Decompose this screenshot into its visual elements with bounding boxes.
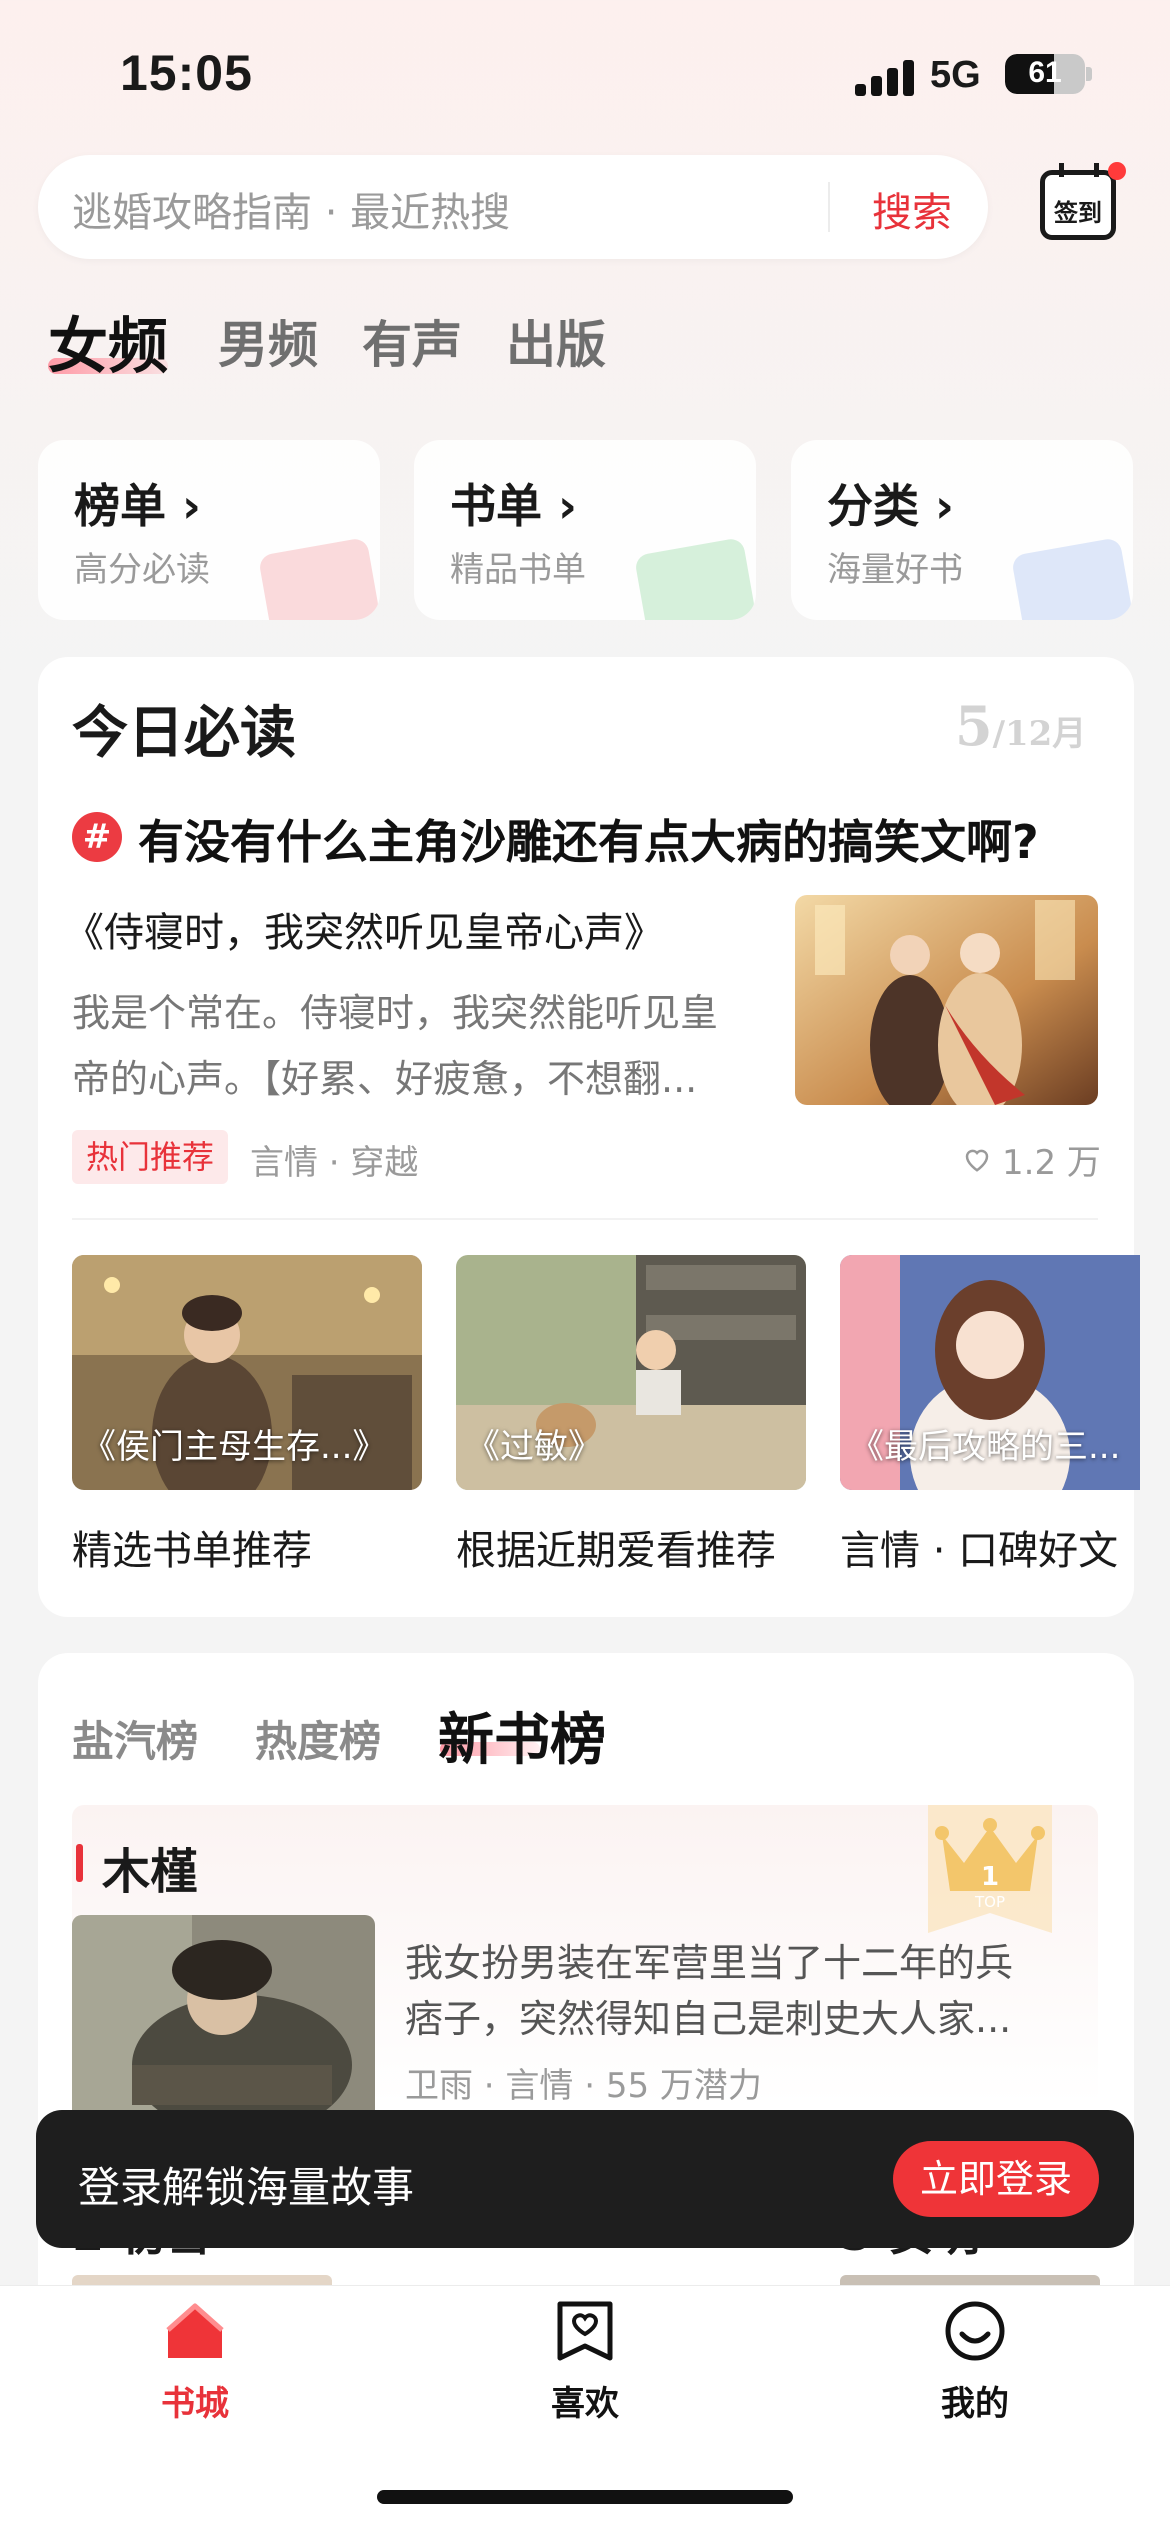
- signal-icon: [855, 60, 915, 96]
- like-count: 1.2 万: [1002, 1143, 1101, 1183]
- crown-text: TOP: [974, 1893, 1005, 1911]
- chevron-right-icon: ›: [935, 479, 954, 533]
- tab-hot-ranking[interactable]: 热度榜: [255, 1708, 381, 1769]
- shortcut-title: 榜单: [74, 479, 166, 533]
- chart-icon: [257, 537, 380, 620]
- shortcut-ranking[interactable]: 榜单 › 高分必读: [38, 440, 380, 620]
- shortcut-title: 书单: [450, 479, 542, 533]
- chevron-right-icon: ›: [558, 479, 577, 533]
- hot-recommend-badge: 热门推荐: [72, 1130, 229, 1184]
- description-line: 我是个常在。侍寝时，我突然能听见皇: [72, 991, 719, 1035]
- battery-level: 61: [1028, 56, 1062, 89]
- tab-label: 喜欢: [551, 2384, 619, 2424]
- section-title: 今日必读: [72, 700, 296, 766]
- book-meta: 卫雨 · 言情 · 55 万潜力: [405, 2066, 762, 2106]
- favorites-icon: [557, 2301, 613, 2361]
- search-button[interactable]: 搜索: [872, 180, 952, 238]
- divider: [72, 1218, 1098, 1220]
- tab-female[interactable]: 女频: [48, 298, 168, 385]
- tab-favorites[interactable]: 喜欢: [505, 2296, 665, 2425]
- login-button[interactable]: 立即登录: [893, 2141, 1099, 2217]
- date-label: 5/12月: [955, 694, 1086, 758]
- description-line: 痞子，突然得知自己是刺史大人家...: [405, 1997, 1012, 2041]
- battery-cap: [1086, 67, 1092, 81]
- book-meta: 言情 · 穿越: [250, 1143, 419, 1183]
- tab-label: 书城: [161, 2384, 229, 2424]
- chevron-right-icon: ›: [182, 479, 201, 533]
- home-indicator: [377, 2490, 793, 2504]
- shortcut-category[interactable]: 分类 › 海量好书: [791, 440, 1133, 620]
- accent-bar: [76, 1844, 83, 1882]
- battery-icon: 61: [1005, 54, 1085, 94]
- book-description[interactable]: 我是个常在。侍寝时，我突然能听见皇 帝的心声。【好累、好疲惫，不想翻...: [72, 980, 762, 1112]
- login-prompt: 登录解锁海量故事: [78, 2163, 415, 2212]
- description-line: 帝的心声。【好累、好疲惫，不想翻...: [72, 1057, 698, 1101]
- network-label: 5G: [930, 54, 981, 96]
- recommend-thumbnail[interactable]: 《侯门主母生存...》: [72, 1255, 422, 1490]
- search-divider: [828, 182, 830, 232]
- recommend-thumbnail[interactable]: 《过敏》: [456, 1255, 806, 1490]
- tab-bookstore[interactable]: 书城: [115, 2296, 275, 2425]
- checkin-button[interactable]: 签到: [1040, 163, 1116, 240]
- book-cover[interactable]: [72, 1915, 375, 2125]
- book-cover[interactable]: [795, 895, 1098, 1105]
- status-time: 15:05: [120, 45, 253, 101]
- shortcut-subtitle: 高分必读: [74, 550, 210, 590]
- shortcut-subtitle: 精品书单: [450, 550, 586, 590]
- tab-label: 我的: [941, 2384, 1009, 2424]
- author-name: 木槿: [102, 1844, 199, 1900]
- shortcut-title: 分类: [827, 479, 919, 533]
- list-icon: [633, 537, 756, 620]
- bookstore-icon: [166, 2303, 224, 2358]
- recommend-label[interactable]: 精选书单推荐: [72, 1518, 312, 1576]
- tab-publishing[interactable]: 出版: [506, 305, 606, 377]
- date-day: 5: [955, 694, 993, 758]
- description-line: 我女扮男装在军营里当了十二年的兵: [405, 1941, 1014, 1985]
- recommend-label[interactable]: 根据近期爱看推荐: [456, 1518, 776, 1576]
- recommend-thumbnail[interactable]: 《最后攻略的三...: [840, 1255, 1140, 1490]
- tab-profile[interactable]: 我的: [895, 2296, 1055, 2425]
- grid-icon: [1010, 537, 1133, 620]
- tab-salt-ranking[interactable]: 盐汽榜: [72, 1708, 198, 1769]
- heart-icon[interactable]: [962, 1144, 992, 1174]
- calendar-icon: [1059, 163, 1099, 177]
- book-description[interactable]: 我女扮男装在军营里当了十二年的兵 痞子，突然得知自己是刺史大人家...: [405, 1935, 1055, 2047]
- topic-title[interactable]: 有没有什么主角沙雕还有点大病的搞笑文啊?: [138, 806, 1039, 872]
- thumbnail-caption: 《过敏》: [466, 1427, 602, 1467]
- thumbnail-caption: 《最后攻略的三...: [850, 1427, 1121, 1467]
- search-input[interactable]: 逃婚攻略指南 · 最近热搜: [72, 180, 510, 238]
- shortcut-subtitle: 海量好书: [827, 550, 963, 590]
- date-month: /12月: [992, 714, 1087, 754]
- book-title[interactable]: 《侍寝时，我突然听见皇帝心声》: [64, 900, 664, 958]
- shortcut-booklist[interactable]: 书单 › 精品书单: [414, 440, 756, 620]
- crown-rank: 1: [981, 1862, 999, 1892]
- notification-dot: [1108, 162, 1126, 180]
- tab-audio[interactable]: 有声: [362, 305, 462, 377]
- checkin-label: 签到: [1054, 199, 1102, 227]
- hashtag-icon: #: [72, 812, 122, 862]
- profile-icon: [945, 2301, 1005, 2361]
- tab-male[interactable]: 男频: [218, 305, 318, 377]
- recommend-label[interactable]: 言情 · 口碑好文: [840, 1518, 1134, 1576]
- tab-new-book-ranking[interactable]: 新书榜: [438, 1695, 606, 1776]
- thumbnail-caption: 《侯门主母生存...》: [82, 1427, 387, 1467]
- crown-icon: 1 TOP: [928, 1805, 1052, 1933]
